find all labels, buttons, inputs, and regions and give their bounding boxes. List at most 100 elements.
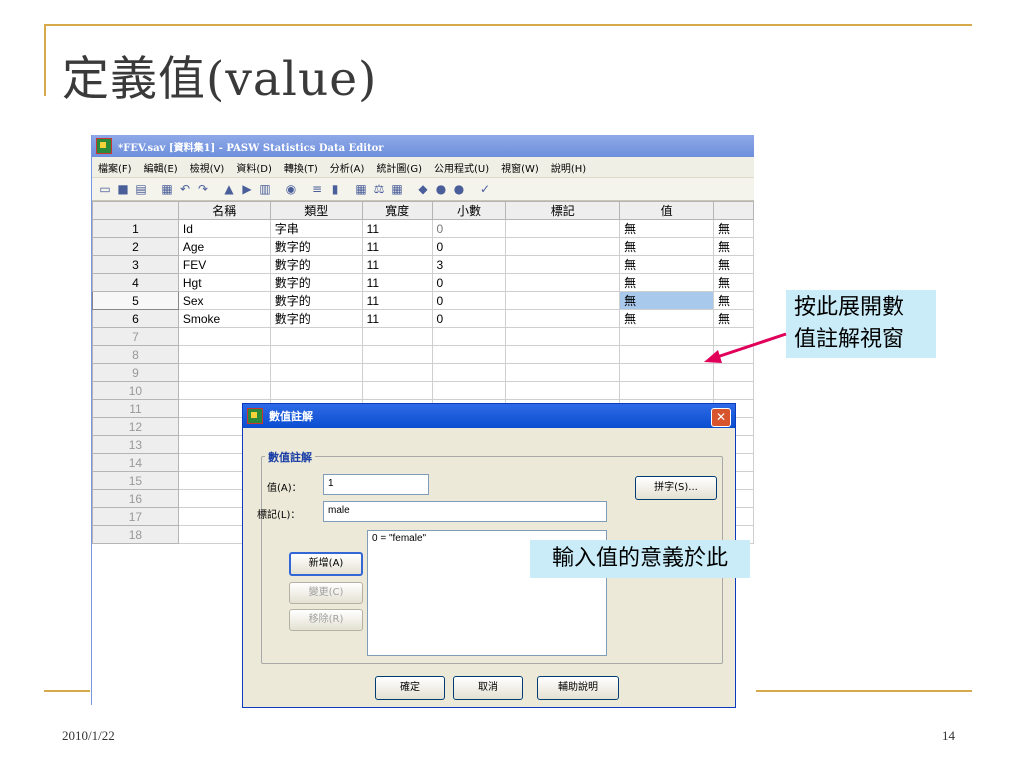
cell-type[interactable]: 數字的 — [269, 291, 363, 310]
print-icon[interactable]: ▤ — [134, 182, 148, 196]
cell-decimals[interactable]: 3 — [431, 255, 507, 274]
ok-button[interactable]: 確定 — [375, 676, 445, 700]
row-number[interactable]: 15 — [92, 471, 179, 490]
cell-decimals[interactable]: 0 — [431, 237, 507, 256]
use-sets-icon[interactable]: ● — [434, 182, 448, 196]
cell-label[interactable] — [505, 255, 621, 274]
row-number[interactable]: 11 — [92, 399, 179, 418]
menu-utilities[interactable]: 公用程式(U) — [434, 160, 489, 175]
cell-name[interactable]: FEV — [177, 255, 271, 274]
split-file-icon[interactable]: ▦ — [354, 182, 368, 196]
cell-missing[interactable]: 無 — [712, 291, 754, 310]
cell-width[interactable]: 11 — [361, 273, 433, 292]
change-button[interactable]: 變更(C) — [289, 582, 363, 604]
cell-values[interactable]: 無 — [619, 237, 714, 256]
cell-values[interactable]: 無 — [619, 309, 714, 328]
select-cases-icon[interactable]: ▦ — [390, 182, 404, 196]
cell-width[interactable]: 11 — [361, 255, 433, 274]
cancel-button[interactable]: 取消 — [453, 676, 523, 700]
row-number[interactable]: 18 — [92, 525, 179, 544]
row-number[interactable]: 8 — [92, 345, 179, 364]
goto-case-icon[interactable]: ▲ — [222, 182, 236, 196]
row-number[interactable]: 6 — [92, 309, 179, 328]
cell-label[interactable] — [505, 291, 621, 310]
header-label[interactable]: 標記 — [505, 201, 621, 220]
spell-check-icon[interactable]: ✓ — [478, 182, 492, 196]
insert-cases-icon[interactable]: ≡ — [310, 182, 324, 196]
goto-variable-icon[interactable]: ▶ — [240, 182, 254, 196]
row-number[interactable]: 2 — [92, 237, 179, 256]
cell-missing[interactable]: 無 — [712, 273, 754, 292]
row-number[interactable]: 1 — [92, 219, 179, 238]
row-number[interactable]: 4 — [92, 273, 179, 292]
menu-edit[interactable]: 編輯(E) — [144, 160, 178, 175]
close-icon[interactable]: ✕ — [711, 408, 731, 427]
header-width[interactable]: 寬度 — [361, 201, 433, 220]
spell-button[interactable]: 拼字(S)... — [635, 476, 717, 500]
row-number[interactable]: 14 — [92, 453, 179, 472]
cell-label[interactable] — [505, 273, 621, 292]
cell-label[interactable] — [505, 309, 621, 328]
menu-data[interactable]: 資料(D) — [236, 160, 272, 175]
cell-width[interactable]: 11 — [361, 237, 433, 256]
cell-missing[interactable]: 無 — [712, 237, 754, 256]
cell-name[interactable]: Smoke — [177, 309, 271, 328]
variables-icon[interactable]: ▥ — [258, 182, 272, 196]
redo-icon[interactable]: ↷ — [196, 182, 210, 196]
cell-label[interactable] — [505, 237, 621, 256]
cell-type[interactable]: 數字的 — [269, 309, 363, 328]
row-number[interactable]: 16 — [92, 489, 179, 508]
help-button[interactable]: 輔助說明 — [537, 676, 619, 700]
add-button[interactable]: 新增(A) — [289, 552, 363, 576]
cell-name[interactable]: Age — [177, 237, 271, 256]
cell-label[interactable] — [505, 219, 621, 238]
show-all-icon[interactable]: ● — [452, 182, 466, 196]
cell-decimals[interactable]: 0 — [431, 273, 507, 292]
weight-cases-icon[interactable]: ⚖ — [372, 182, 386, 196]
row-number[interactable]: 3 — [92, 255, 179, 274]
header-name[interactable]: 名稱 — [177, 201, 271, 220]
cell-missing[interactable]: 無 — [712, 309, 754, 328]
row-number[interactable]: 9 — [92, 363, 179, 382]
cell-type[interactable]: 數字的 — [269, 273, 363, 292]
cell-missing[interactable]: 無 — [712, 255, 754, 274]
cell-name[interactable]: Sex — [177, 291, 271, 310]
cell-type[interactable]: 數字的 — [269, 237, 363, 256]
header-decimals[interactable]: 小數 — [431, 201, 507, 220]
menu-transform[interactable]: 轉換(T) — [284, 160, 318, 175]
open-folder-icon[interactable]: ▭ — [98, 182, 112, 196]
cell-name[interactable]: Hgt — [177, 273, 271, 292]
cell-values-selected[interactable]: 無 — [619, 291, 714, 310]
cell-type[interactable]: 數字的 — [269, 255, 363, 274]
menu-help[interactable]: 說明(H) — [551, 160, 586, 175]
row-number[interactable]: 12 — [92, 417, 179, 436]
menu-window[interactable]: 視窗(W) — [501, 160, 539, 175]
save-icon[interactable]: ■ — [116, 182, 130, 196]
row-number[interactable]: 13 — [92, 435, 179, 454]
value-input[interactable]: 1 — [323, 474, 429, 495]
value-labels-icon[interactable]: ◆ — [416, 182, 430, 196]
label-input[interactable]: male — [323, 501, 607, 522]
undo-icon[interactable]: ↶ — [178, 182, 192, 196]
header-type[interactable]: 類型 — [269, 201, 363, 220]
menu-file[interactable]: 檔案(F) — [98, 160, 132, 175]
menu-graphs[interactable]: 統計圖(G) — [376, 160, 422, 175]
cell-values[interactable]: 無 — [619, 219, 714, 238]
cell-name[interactable]: Id — [177, 219, 271, 238]
cell-decimals[interactable]: 0 — [431, 309, 507, 328]
row-number[interactable]: 5 — [92, 291, 179, 310]
row-number[interactable]: 17 — [92, 507, 179, 526]
cell-width[interactable]: 11 — [361, 309, 433, 328]
cell-decimals[interactable]: 0 — [431, 291, 507, 310]
dialog-recall-icon[interactable]: ▦ — [160, 182, 174, 196]
header-values[interactable]: 值 — [619, 201, 714, 220]
cell-width[interactable]: 11 — [361, 291, 433, 310]
row-number[interactable]: 7 — [92, 327, 179, 346]
header-missing[interactable] — [712, 201, 754, 220]
cell-type[interactable]: 字串 — [269, 219, 363, 238]
find-icon[interactable]: ◉ — [284, 182, 298, 196]
menu-analyze[interactable]: 分析(A) — [330, 160, 365, 175]
cell-width[interactable]: 11 — [361, 219, 433, 238]
cell-missing[interactable]: 無 — [712, 219, 754, 238]
insert-variable-icon[interactable]: ▮ — [328, 182, 342, 196]
